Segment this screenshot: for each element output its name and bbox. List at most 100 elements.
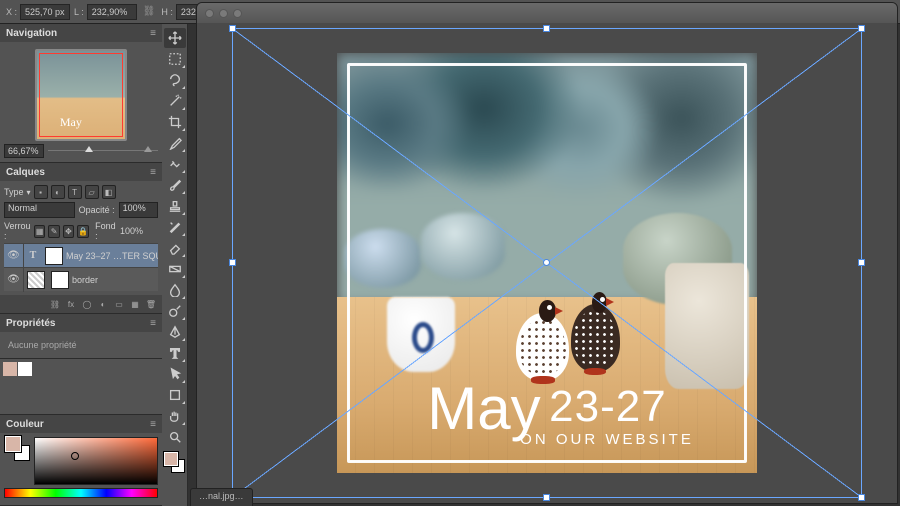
swatch[interactable] [3,362,17,376]
navigation-panel: Navigation ≡ May 66,67% [0,24,162,163]
color-panel: Couleur ≡ [0,415,162,506]
layer-filter-row: Type ▾ ▪ ◐ T ▱ ◧ [4,185,158,199]
pen-tool[interactable] [164,322,186,342]
path-select-tool[interactable] [164,364,186,384]
blur-tool[interactable] [164,280,186,300]
panel-menu-icon[interactable]: ≡ [150,419,156,430]
color-header[interactable]: Couleur ≡ [0,415,162,433]
filter-adjust-icon[interactable]: ◐ [51,185,65,199]
shape-tool[interactable] [164,385,186,405]
layers-title: Calques [6,167,45,178]
lock-move-icon[interactable]: ✥ [63,225,74,238]
marquee-tool[interactable] [164,49,186,69]
link-icon[interactable]: ⛓ [143,6,156,17]
lock-paint-icon[interactable]: ✎ [48,225,59,238]
link-layers-icon[interactable]: ⛓ [48,298,62,310]
toolbar-colors[interactable] [164,452,186,480]
history-brush-tool[interactable] [164,217,186,237]
left-panels: Navigation ≡ May 66,67% Calques ≡ Type ▾… [0,24,162,506]
canvas-area[interactable]: May 23-27 ON OUR WEBSITE [197,23,897,503]
navigator-zoom: 66,67% [4,144,158,158]
transform-handle[interactable] [543,494,550,501]
brush-tool[interactable] [164,175,186,195]
panel-menu-icon[interactable]: ≡ [150,167,156,178]
adjustment-icon[interactable]: ◐ [96,298,110,310]
layers-panel: Calques ≡ Type ▾ ▪ ◐ T ▱ ◧ Normal Opacit… [0,163,162,314]
layer-row-border[interactable]: 👁 border [4,267,158,291]
group-icon[interactable]: ▭ [112,298,126,310]
traffic-lights[interactable] [205,9,242,18]
layer-thumb [27,271,45,289]
zoom-slider[interactable] [48,148,158,154]
hand-tool[interactable] [164,406,186,426]
fx-icon[interactable]: fx [64,298,78,310]
visibility-icon[interactable]: 👁 [4,244,24,268]
fg-color-swatch[interactable] [5,436,21,452]
fg-bg-swatches[interactable] [5,436,31,462]
move-tool[interactable] [164,28,186,48]
transform-bbox[interactable] [232,28,862,498]
navigation-header[interactable]: Navigation ≡ [0,24,162,42]
document-tab[interactable]: …nal.jpg… [190,488,253,506]
transform-handle[interactable] [229,25,236,32]
navigator-thumbnail[interactable]: May [35,49,127,141]
stamp-tool[interactable] [164,196,186,216]
properties-header[interactable]: Propriétés ≡ [0,314,162,332]
properties-empty: Aucune propriété [4,336,158,354]
type-tool[interactable] [164,343,186,363]
zoom-value[interactable]: 66,67% [4,144,44,158]
tools-toolbar [162,24,188,506]
lock-transparent-icon[interactable]: ▦ [34,225,45,238]
document-window: May 23-27 ON OUR WEBSITE [196,2,898,504]
transform-handle[interactable] [229,259,236,266]
trash-icon[interactable]: 🗑 [144,298,158,310]
width-field: L : 232,90% [74,4,137,20]
h-label: H : [161,7,173,17]
panel-menu-icon[interactable]: ≡ [150,318,156,329]
visibility-icon[interactable]: 👁 [4,268,24,292]
transform-center-icon[interactable] [543,259,550,266]
transform-handle[interactable] [858,259,865,266]
heal-tool[interactable] [164,154,186,174]
eyedropper-tool[interactable] [164,133,186,153]
new-layer-icon[interactable]: ▦ [128,298,142,310]
filter-shape-icon[interactable]: ▱ [85,185,99,199]
hue-slider[interactable] [4,488,158,498]
color-field[interactable] [34,437,158,485]
opacity-value[interactable]: 100% [119,202,158,218]
layer-mask-thumb [51,271,69,289]
blend-opacity-row: Normal Opacité : 100% [4,202,158,218]
x-value[interactable]: 525,70 px [20,4,70,20]
eraser-tool[interactable] [164,238,186,258]
lock-all-icon[interactable]: 🔒 [77,225,89,238]
crop-tool[interactable] [164,112,186,132]
fg-color-swatch[interactable] [164,452,178,466]
swatches-strip [0,359,162,415]
layer-thumb [45,247,63,265]
wand-tool[interactable] [164,91,186,111]
transform-handle[interactable] [543,25,550,32]
transform-handle[interactable] [858,494,865,501]
transform-handle[interactable] [858,25,865,32]
layers-header[interactable]: Calques ≡ [0,163,162,181]
window-titlebar[interactable] [197,3,897,23]
color-title: Couleur [6,419,44,430]
swatch[interactable] [18,362,32,376]
lasso-tool[interactable] [164,70,186,90]
filter-type-icon[interactable]: T [68,185,82,199]
filter-pixel-icon[interactable]: ▪ [34,185,48,199]
layer-row-text[interactable]: 👁 T May 23–27 …TER SQUARE [4,243,158,267]
w-value[interactable]: 232,90% [87,4,137,20]
zoom-tool[interactable] [164,427,186,447]
fill-value[interactable]: 100% [120,226,158,236]
mask-icon[interactable]: ◯ [80,298,94,310]
blend-mode-select[interactable]: Normal [4,202,75,218]
panel-menu-icon[interactable]: ≡ [150,28,156,39]
gradient-tool[interactable] [164,259,186,279]
layer-name[interactable]: border [72,275,158,285]
dodge-tool[interactable] [164,301,186,321]
filter-smart-icon[interactable]: ◧ [102,185,116,199]
layer-name[interactable]: May 23–27 …TER SQUARE [66,251,158,261]
x-field: X : 525,70 px [6,4,70,20]
filter-label: Type [4,187,24,197]
